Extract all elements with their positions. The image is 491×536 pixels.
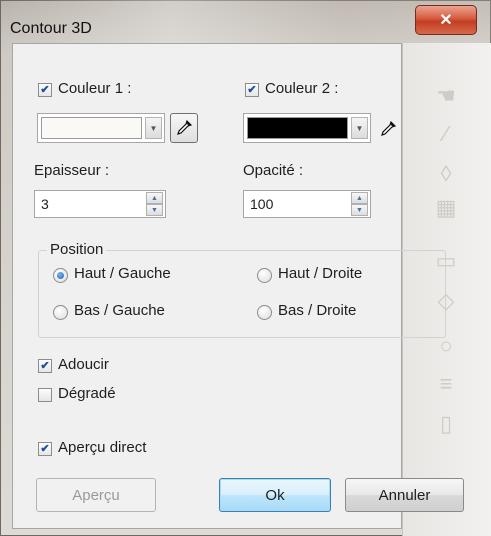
chevron-down-icon[interactable]: ▼ — [351, 117, 368, 139]
opacity-spin-buttons: ▲ ▼ — [351, 192, 368, 216]
color2-swatch — [247, 117, 348, 139]
smooth-checkbox[interactable]: ✔ — [38, 359, 52, 373]
drop-icon: ◊ — [440, 161, 452, 186]
close-button[interactable]: ✕ — [415, 5, 477, 35]
radio-bottom-right[interactable] — [257, 305, 272, 320]
preview-button-label: Aperçu — [72, 486, 120, 504]
cancel-button[interactable]: Annuler — [345, 478, 464, 512]
position-group: Position — [38, 241, 446, 338]
thickness-value[interactable]: 3 — [41, 196, 49, 212]
thickness-spinner[interactable]: 3 ▲ ▼ — [34, 190, 166, 218]
position-group-title: Position — [47, 241, 107, 258]
radio-bottom-right-label: Bas / Droite — [278, 302, 357, 319]
brush-icon: ∕ — [444, 121, 448, 146]
spin-down-icon[interactable]: ▼ — [146, 204, 163, 216]
color1-label: Couleur 1 : — [58, 80, 132, 97]
cancel-button-label: Annuler — [378, 486, 431, 504]
preview-button[interactable]: Aperçu — [36, 478, 156, 512]
radio-bottom-left[interactable] — [53, 305, 68, 320]
close-icon: ✕ — [439, 12, 453, 29]
frame-icon: ▯ — [439, 411, 453, 436]
ok-button-label: Ok — [265, 486, 285, 504]
spin-up-icon[interactable]: ▲ — [351, 192, 368, 204]
live-preview-checkbox[interactable]: ✔ — [38, 442, 52, 456]
color2-eyedropper-button[interactable] — [377, 117, 399, 141]
gradient-checkbox[interactable] — [38, 388, 52, 402]
chevron-down-icon[interactable]: ▼ — [145, 117, 162, 139]
window-title: Contour 3D — [10, 20, 92, 37]
color2-checkbox[interactable]: ✔ — [245, 83, 259, 97]
spin-up-icon[interactable]: ▲ — [146, 192, 163, 204]
color2-select[interactable]: ▼ — [243, 113, 371, 143]
text-icon: ≡ — [439, 371, 453, 396]
thickness-label: Epaisseur : — [34, 162, 110, 179]
opacity-value[interactable]: 100 — [250, 196, 273, 212]
eyedropper-icon — [177, 120, 192, 135]
thickness-spin-buttons: ▲ ▼ — [146, 192, 163, 216]
radio-top-right[interactable] — [257, 268, 272, 283]
radio-top-right-label: Haut / Droite — [278, 265, 363, 282]
eyedropper-icon — [381, 121, 396, 136]
color2-label: Couleur 2 : — [265, 80, 339, 97]
smooth-label: Adoucir — [58, 356, 109, 373]
opacity-spinner[interactable]: 100 ▲ ▼ — [243, 190, 371, 218]
spin-down-icon[interactable]: ▼ — [351, 204, 368, 216]
color1-swatch — [41, 117, 142, 139]
color1-checkbox[interactable]: ✔ — [38, 83, 52, 97]
radio-top-left-label: Haut / Gauche — [74, 265, 171, 282]
ok-button[interactable]: Ok — [219, 478, 331, 512]
color1-eyedropper-button[interactable] — [170, 113, 198, 143]
radio-bottom-left-label: Bas / Gauche — [74, 302, 165, 319]
radio-top-left[interactable] — [53, 268, 68, 283]
gradient-label: Dégradé — [58, 385, 116, 402]
hand-icon: ☚ — [436, 83, 456, 108]
opacity-label: Opacité : — [243, 162, 304, 179]
grid-icon: ▦ — [435, 195, 457, 220]
live-preview-label: Aperçu direct — [58, 439, 147, 456]
color1-select[interactable]: ▼ — [37, 113, 165, 143]
